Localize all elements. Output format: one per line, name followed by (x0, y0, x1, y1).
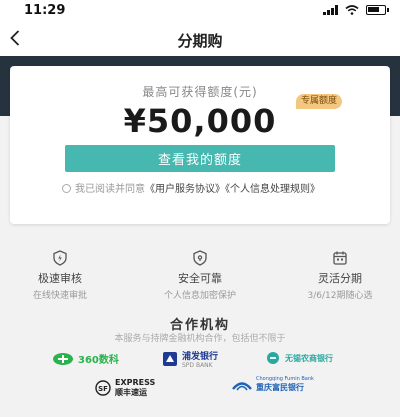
logo-sf-express: SF EXPRESS 顺丰速运 (95, 378, 155, 398)
feature-desc: 在线快速审批 (32, 291, 87, 301)
svg-text:SF: SF (98, 385, 108, 393)
feature-title: 安全可靠 (178, 272, 222, 285)
feature-flexible-installment: 灵活分期 3/6/12期随心选 (280, 250, 400, 301)
logo-cq-cn: 重庆富民银行 (256, 383, 304, 392)
logo-360-text: 360数科 (78, 355, 119, 366)
agreement-prefix: 我已阅读并同意 (75, 184, 145, 195)
logo-chongqing-fumin-bank: Chongqing Fumin Bank 重庆富民银行 (232, 376, 314, 393)
features-row: 极速审核 在线快速审批 安全可靠 个人信息加密保护 灵活分期 3/6/12期随心… (0, 250, 400, 301)
logo-sf-en: EXPRESS (115, 378, 156, 387)
quota-amount: ¥50,000 (123, 102, 277, 140)
sf-logo-icon: SF (95, 380, 111, 396)
quota-card: 最高可获得额度(元) 专属额度 ¥50,000 查看我的额度 我已阅读并同意《用… (10, 66, 390, 224)
shield-icon (53, 250, 67, 266)
feature-fast-review: 极速审核 在线快速审批 (0, 250, 120, 301)
nav-bar: 分期购 (0, 22, 400, 56)
logo-spd-en: SPD BANK (182, 362, 213, 369)
status-icons (323, 5, 389, 15)
battery-icon (366, 5, 389, 15)
signal-icon (323, 5, 338, 15)
logo-spd-cn: 浦发银行 (182, 352, 219, 362)
status-bar: 11:29 (0, 0, 400, 22)
page-title: 分期购 (177, 32, 223, 50)
logo-xiamen-text: 无锡农商银行 (285, 353, 333, 363)
agreement-row: 我已阅读并同意《用户服务协议》《个人信息处理规则》 (62, 183, 362, 197)
feature-title: 灵活分期 (318, 272, 362, 285)
calendar-icon (333, 251, 347, 265)
partners-desc: 本服务与持牌金融机构合作，包括但不限于 (114, 334, 286, 344)
lock-icon (193, 250, 207, 266)
spd-logo-icon (163, 352, 177, 366)
status-time: 11:29 (24, 3, 66, 18)
wifi-icon (345, 5, 359, 15)
feature-safe: 安全可靠 个人信息加密保护 (140, 250, 260, 301)
view-my-quota-button[interactable]: 查看我的额度 (65, 145, 335, 172)
fumin-logo-icon (232, 381, 252, 390)
logo-sf-cn: 顺丰速运 (115, 388, 147, 397)
360-logo-icon (53, 352, 73, 365)
feature-desc: 个人信息加密保护 (163, 291, 236, 301)
bank-logo-icon (267, 352, 279, 364)
user-service-agreement-link[interactable]: 《用户服务协议》 (145, 184, 225, 195)
logo-spd-bank: 浦发银行 SPD BANK (162, 349, 218, 369)
agreement-checkbox[interactable] (62, 184, 71, 193)
logo-360: 360数科 (52, 351, 119, 366)
privacy-rules-link[interactable]: 《个人信息处理规则》 (225, 184, 320, 195)
logo-xiamen-bank: 无锡农商银行 (265, 351, 333, 365)
feature-title: 极速审核 (38, 272, 82, 285)
feature-desc: 3/6/12期随心选 (307, 291, 373, 301)
